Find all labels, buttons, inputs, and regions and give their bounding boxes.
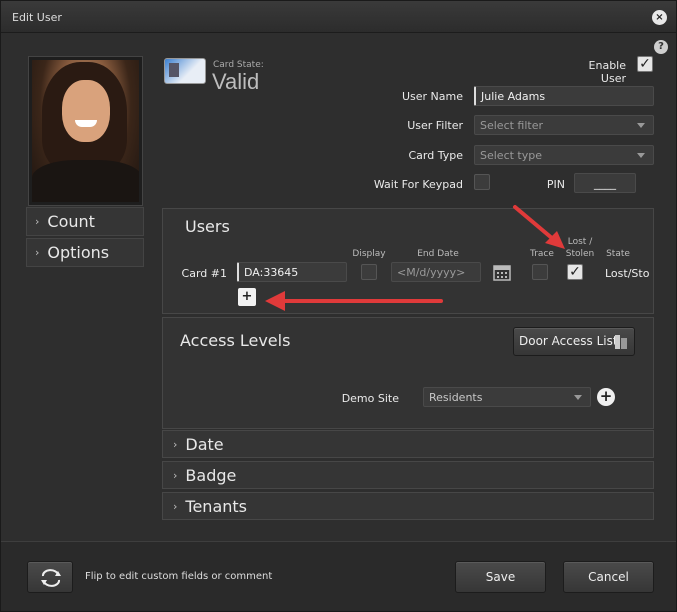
cancel-button[interactable]: Cancel [563,561,654,593]
door-icon [615,335,627,349]
wait-keypad-checkbox[interactable] [474,174,490,190]
enable-user-label: Enable User [588,59,626,85]
chevron-right-icon: › [173,437,178,451]
help-icon[interactable]: ? [654,40,668,54]
chevron-down-icon [637,153,645,158]
card-type-value: Select type [480,149,543,162]
titlebar: Edit User × [1,1,676,33]
card-type-select[interactable]: Select type [474,145,654,165]
flip-button[interactable] [27,561,73,593]
door-access-list-button[interactable]: Door Access List [513,327,635,356]
lost-stolen-checkbox[interactable]: ✓ [567,264,583,280]
chevron-right-icon: › [173,499,178,513]
section-tenants[interactable]: › Tenants [162,492,654,520]
card-type-label: Card Type [408,149,464,162]
user-filter-select[interactable]: Select filter [474,115,654,135]
access-level-value: Residents [429,391,483,404]
card-state-value: Valid [212,69,260,94]
col-end-date: End Date [417,249,459,259]
section-options[interactable]: › Options [26,238,144,267]
flip-hint-text: Flip to edit custom fields or comment [85,571,273,582]
user-filter-label: User Filter [407,119,463,132]
display-checkbox[interactable] [361,264,377,280]
section-badge-label: Badge [185,465,237,485]
annotation-arrow-icon [265,291,443,311]
user-name-label: User Name [401,90,463,103]
state-value: Lost/Sto [605,267,650,280]
photo-image [32,60,139,202]
pin-input[interactable]: ____ [574,173,636,193]
site-label: Demo Site [341,392,399,405]
add-access-level-button[interactable]: + [597,388,615,406]
add-card-button[interactable]: + [238,288,256,306]
chevron-right-icon: › [35,215,40,228]
user-name-input[interactable]: Julie Adams [474,86,654,106]
close-icon[interactable]: × [652,10,667,25]
trace-checkbox[interactable] [532,264,548,280]
save-button[interactable]: Save [455,561,546,593]
edit-user-window: Edit User × ? › Count › Options Card Sta… [0,0,677,612]
footer: Flip to edit custom fields or comment Sa… [1,541,676,611]
window-title: Edit User [12,11,62,24]
section-tenants-label: Tenants [185,496,247,516]
user-filter-value: Select filter [480,119,544,132]
section-options-label: Options [47,243,110,262]
section-date-label: Date [185,434,224,454]
card-1-label: Card #1 [181,267,227,280]
section-count[interactable]: › Count [26,207,144,236]
id-card-icon [164,58,206,84]
section-count-label: Count [47,212,95,231]
col-display: Display [352,249,386,259]
col-state: State [606,249,630,259]
access-levels-title: Access Levels [180,331,291,350]
end-date-input[interactable]: <M/d/yyyy> [391,262,481,282]
flip-icon [41,569,61,587]
chevron-down-icon [637,123,645,128]
chevron-down-icon [574,395,582,400]
chevron-right-icon: › [173,468,178,482]
access-levels-panel: Access Levels Door Access List Demo Site… [162,317,654,429]
card-number-input[interactable]: DA:33645 [237,262,347,282]
access-level-select[interactable]: Residents [423,387,591,407]
annotation-arrow-icon [513,205,565,249]
enable-user-checkbox[interactable]: ✓ [637,56,653,72]
users-panel-title: Users [185,217,230,236]
user-photo[interactable] [28,56,143,206]
section-badge[interactable]: › Badge [162,461,654,489]
door-access-list-label: Door Access List [519,334,618,348]
wait-keypad-label: Wait For Keypad [373,178,463,191]
calendar-icon[interactable] [493,263,511,281]
chevron-right-icon: › [35,246,40,259]
pin-label: PIN [546,178,565,191]
section-date[interactable]: › Date [162,430,654,458]
